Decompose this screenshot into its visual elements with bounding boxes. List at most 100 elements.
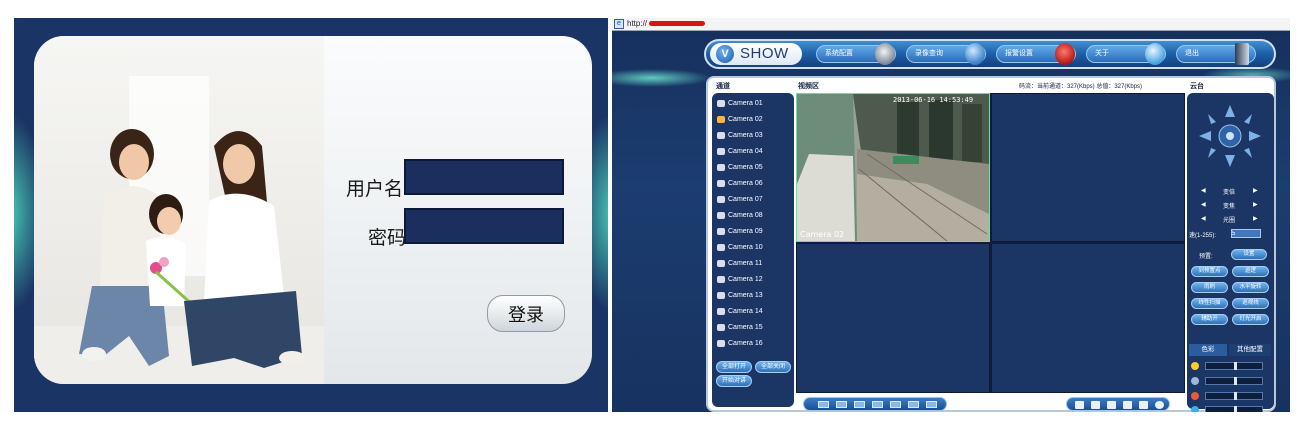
browser-address-bar[interactable]: e http:// — [612, 18, 1290, 31]
slider-thumb[interactable] — [1234, 377, 1237, 385]
video-tile-camera-02[interactable]: 2013-06-16 14:53:49 Camera 02 — [796, 93, 990, 242]
video-tile[interactable] — [991, 93, 1185, 242]
camera-list-item[interactable]: Camera 14 — [714, 305, 792, 319]
layout-toolbar — [803, 397, 947, 411]
contrast-slider[interactable] — [1205, 377, 1263, 385]
video-timestamp: 2013-06-16 14:53:49 — [893, 96, 973, 104]
audio-icon[interactable] — [1139, 401, 1148, 409]
camera-list-item[interactable]: Camera 01 — [714, 97, 792, 111]
camera-list-item[interactable]: Camera 13 — [714, 289, 792, 303]
dvr-client-window: e http:// V SHOW 系统配置 录像查询 报警设置 关于 退出 通道… — [612, 18, 1290, 412]
camera-list-item[interactable]: Camera 16 — [714, 337, 792, 351]
nav-alarm-settings[interactable]: 报警设置 — [996, 43, 1076, 65]
zoom-out-icon[interactable]: ◀ — [1201, 187, 1206, 194]
exit-door-icon — [1235, 43, 1249, 65]
ie-page-icon: e — [614, 19, 624, 29]
camera-name: Camera 02 — [728, 116, 763, 123]
top-navigation-bar: V SHOW 系统配置 录像查询 报警设置 关于 退出 — [704, 39, 1276, 69]
focus-far-icon[interactable]: ▶ — [1253, 201, 1258, 208]
nav-record-search[interactable]: 录像查询 — [906, 43, 986, 65]
camera-list-item[interactable]: Camera 07 — [714, 193, 792, 207]
camera-icon — [717, 292, 725, 299]
camera-list-item[interactable]: Camera 05 — [714, 161, 792, 175]
login-button[interactable]: 登录 — [487, 295, 565, 332]
video-tile[interactable] — [991, 243, 1185, 393]
patrol-line-button[interactable]: 巡视线 — [1232, 298, 1269, 309]
layout-6-icon[interactable] — [854, 401, 865, 408]
nav-exit[interactable]: 退出 — [1176, 43, 1256, 65]
nav-system-config[interactable]: 系统配置 — [816, 43, 896, 65]
username-field[interactable] — [404, 159, 564, 195]
camera-name: Camera 16 — [728, 340, 763, 347]
horizontal-rotate-button[interactable]: 水平旋转 — [1232, 282, 1269, 293]
fullscreen-icon[interactable] — [926, 401, 937, 408]
preset-set-button[interactable]: 设置 — [1231, 249, 1267, 260]
goto-preset-button[interactable]: 到预置点 — [1191, 266, 1228, 277]
camera-list-item[interactable]: Camera 02 — [714, 113, 792, 127]
close-circle-icon[interactable] — [1155, 401, 1164, 409]
print-icon[interactable] — [1123, 401, 1132, 409]
about-icon — [1145, 43, 1165, 65]
layout-9-icon[interactable] — [890, 401, 901, 408]
camera-list-item[interactable]: Camera 06 — [714, 177, 792, 191]
camera-list-item[interactable]: Camera 15 — [714, 321, 792, 335]
slider-thumb[interactable] — [1234, 406, 1237, 412]
layout-1-icon[interactable] — [818, 401, 829, 408]
slider-thumb[interactable] — [1234, 392, 1237, 400]
preset-label: 预置: — [1199, 254, 1213, 260]
snapshot-icon[interactable] — [1075, 401, 1084, 409]
sun-icon — [1191, 362, 1199, 370]
iris-close-icon[interactable]: ◀ — [1201, 215, 1206, 222]
video-toolbar — [1066, 397, 1170, 411]
camera-list-item[interactable]: Camera 03 — [714, 129, 792, 143]
linear-scan-button[interactable]: 线性扫描 — [1191, 298, 1228, 309]
brightness-slider[interactable] — [1205, 362, 1263, 370]
iris-open-icon[interactable]: ▶ — [1253, 215, 1258, 222]
camera-list-item[interactable]: Camera 04 — [714, 145, 792, 159]
camera-icon — [717, 276, 725, 283]
slider-thumb[interactable] — [1234, 362, 1237, 370]
camera-list-item[interactable]: Camera 12 — [714, 273, 792, 287]
camera-icon — [717, 180, 725, 187]
wiper-button[interactable]: 雨刷 — [1191, 282, 1228, 293]
nav-about[interactable]: 关于 — [1086, 43, 1166, 65]
zoom-in-icon[interactable]: ▶ — [1253, 187, 1258, 194]
camera-name: Camera 01 — [728, 100, 763, 107]
saturation-slider[interactable] — [1205, 392, 1263, 400]
camera-icon — [717, 148, 725, 155]
screenshot-root: 用户名: 密码: 登录 e http:// V SHOW 系统配置 录像查询 报… — [0, 0, 1310, 432]
layout-4-icon[interactable] — [836, 401, 847, 408]
camera-icon — [717, 308, 725, 315]
camera-icon — [717, 100, 725, 107]
speed-label: 速(1-255): — [1189, 233, 1217, 239]
hue-slider[interactable] — [1205, 406, 1263, 412]
start-talk-button[interactable]: 开始对讲 — [716, 375, 752, 387]
camera-icon[interactable] — [1107, 401, 1116, 409]
camera-name: Camera 10 — [728, 244, 763, 251]
patrol-button[interactable]: 巡逻 — [1232, 266, 1269, 277]
layout-8-icon[interactable] — [872, 401, 883, 408]
speed-input[interactable] — [1231, 229, 1261, 238]
aux-on-button[interactable]: 辅助开 — [1191, 314, 1228, 325]
focus-near-icon[interactable]: ◀ — [1201, 201, 1206, 208]
tab-other-config[interactable]: 其他配置 — [1229, 344, 1271, 356]
camera-list-item[interactable]: Camera 10 — [714, 241, 792, 255]
camera-name: Camera 15 — [728, 324, 763, 331]
camera-icon — [717, 324, 725, 331]
camera-list-item[interactable]: Camera 09 — [714, 225, 792, 239]
camera-list-item[interactable]: Camera 08 — [714, 209, 792, 223]
password-field[interactable] — [404, 208, 564, 244]
tab-color[interactable]: 色彩 — [1189, 344, 1227, 356]
camera-list-item[interactable]: Camera 11 — [714, 257, 792, 271]
light-on-button[interactable]: 灯光开启 — [1232, 314, 1269, 325]
ptz-direction-pad[interactable] — [1187, 97, 1274, 175]
login-card: 用户名: 密码: 登录 — [34, 36, 592, 384]
layout-16-icon[interactable] — [908, 401, 919, 408]
nav-label: 录像查询 — [915, 50, 943, 57]
video-tile[interactable] — [796, 243, 990, 393]
close-all-button[interactable]: 全部关闭 — [755, 361, 791, 373]
camera-name: Camera 11 — [728, 260, 763, 267]
record-icon[interactable] — [1091, 401, 1100, 409]
open-all-button[interactable]: 全部打开 — [716, 361, 752, 373]
video-area-header: 视频区 — [798, 83, 819, 90]
